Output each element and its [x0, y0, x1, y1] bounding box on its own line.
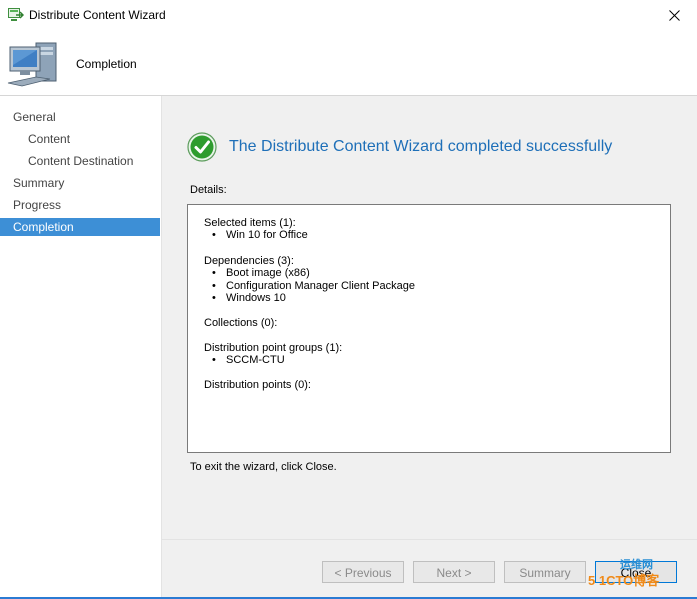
- list-item: SCCM-CTU: [212, 354, 342, 367]
- sidebar-item-summary[interactable]: Summary: [0, 174, 160, 192]
- wizard-sidebar: General Content Content Destination Summ…: [0, 96, 161, 599]
- sidebar-item-label: Completion: [13, 220, 74, 234]
- list-item: Win 10 for Office: [212, 229, 308, 242]
- details-group-dependencies: Dependencies (3): Boot image (x86) Confi…: [204, 255, 415, 305]
- sidebar-item-label: General: [13, 110, 56, 124]
- list-item: Boot image (x86): [212, 267, 415, 280]
- sidebar-item-content-destination[interactable]: Content Destination: [0, 152, 160, 170]
- details-group-heading: Dependencies (3):: [204, 255, 294, 267]
- computer-icon: [6, 39, 62, 87]
- sidebar-item-label: Summary: [13, 176, 65, 190]
- sidebar-item-label: Progress: [13, 198, 62, 212]
- previous-button[interactable]: < Previous: [322, 561, 404, 583]
- summary-button[interactable]: Summary: [504, 561, 586, 583]
- sidebar-item-label: Content Destination: [28, 154, 134, 168]
- checkmark-circle-icon: [187, 132, 217, 162]
- details-group-heading: Selected items (1):: [204, 217, 296, 229]
- page-title: Completion: [76, 57, 137, 71]
- details-group-heading: Distribution points (0):: [204, 379, 311, 391]
- window-title: Distribute Content Wizard: [29, 8, 166, 22]
- sidebar-item-content[interactable]: Content: [0, 130, 160, 148]
- details-group-heading: Collections (0):: [204, 317, 278, 329]
- close-icon[interactable]: [651, 0, 697, 31]
- watermark-main-text: 5 1CTO博客: [588, 573, 660, 588]
- details-box[interactable]: Selected items (1): Win 10 for Office De…: [187, 204, 671, 453]
- list-item: Windows 10: [212, 292, 415, 305]
- details-group-heading: Distribution point groups (1):: [204, 342, 343, 354]
- sidebar-item-progress[interactable]: Progress: [0, 196, 160, 214]
- sidebar-item-completion[interactable]: Completion: [0, 218, 160, 236]
- list-item: Configuration Manager Client Package: [212, 280, 415, 293]
- main-panel: The Distribute Content Wizard completed …: [161, 96, 697, 539]
- next-button[interactable]: Next >: [413, 561, 495, 583]
- sidebar-item-label: Content: [28, 132, 71, 146]
- sidebar-item-general[interactable]: General: [0, 108, 160, 126]
- details-label: Details:: [190, 184, 227, 196]
- wizard-header: Completion: [0, 31, 697, 96]
- success-message: The Distribute Content Wizard completed …: [229, 138, 613, 155]
- wizard-app-icon: [8, 8, 25, 22]
- title-bar[interactable]: Distribute Content Wizard: [0, 0, 697, 31]
- watermark: 运维网 5 1CTO博客: [588, 556, 694, 594]
- details-group-selected-items: Selected items (1): Win 10 for Office: [204, 217, 308, 242]
- details-group-distribution-point-groups: Distribution point groups (1): SCCM-CTU: [204, 342, 342, 367]
- details-group-distribution-points: Distribution points (0):: [204, 379, 311, 391]
- exit-instruction: To exit the wizard, click Close.: [190, 461, 337, 473]
- wizard-window: Distribute Content Wizard Completion Gen…: [0, 0, 697, 599]
- details-group-collections: Collections (0):: [204, 317, 277, 329]
